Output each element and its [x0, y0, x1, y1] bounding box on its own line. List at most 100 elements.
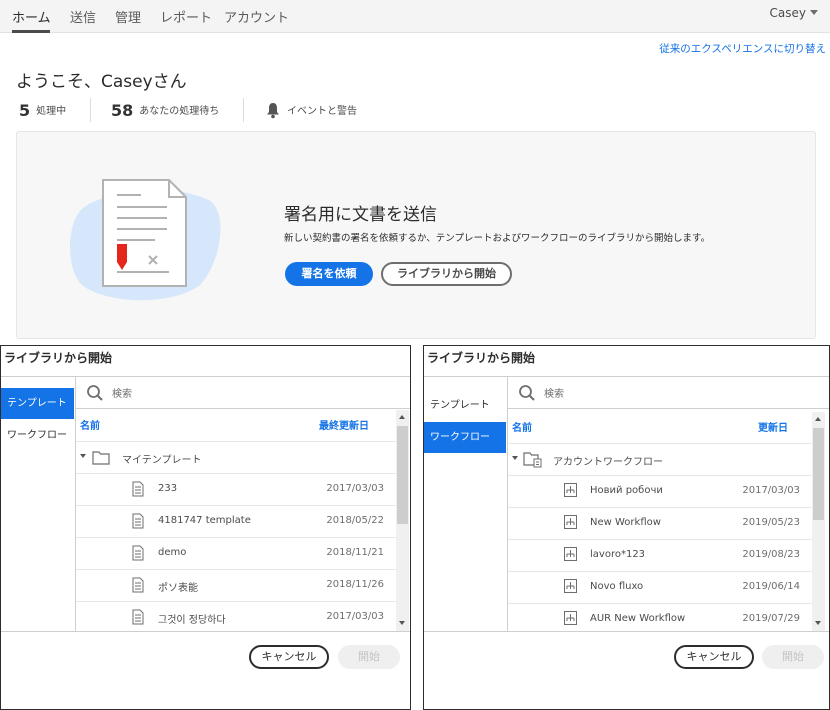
row-date: 2019/05/23	[742, 517, 800, 528]
active-tab-indicator	[12, 30, 50, 33]
cancel-button[interactable]: キャンセル	[674, 645, 754, 669]
search-input[interactable]: 検索	[112, 385, 132, 400]
stat-waiting[interactable]: 58 あなたの処理待ち	[111, 101, 219, 121]
row-date: 2019/07/29	[742, 613, 800, 624]
stat-events-label: イベントと警告	[287, 106, 357, 117]
scroll-up-icon[interactable]	[399, 415, 405, 419]
top-nav: ホーム 送信 管理 レポート アカウント Casey	[0, 0, 830, 33]
divider	[90, 98, 91, 122]
folder-row[interactable]: アカウントワークフロー	[508, 443, 812, 475]
row-date: 2019/08/23	[742, 549, 800, 560]
stat-in-progress[interactable]: 5 処理中	[19, 101, 66, 121]
stat-in-progress-count: 5	[19, 101, 31, 120]
workflow-icon	[564, 611, 577, 625]
user-menu[interactable]: Casey	[770, 6, 818, 20]
table-row[interactable]: Новий робочи 2017/03/03	[508, 475, 812, 507]
hero-title: 署名用に文書を送信	[284, 205, 437, 225]
row-date: 2017/03/03	[326, 611, 384, 622]
workflow-icon	[564, 579, 577, 593]
scrollbar-thumb[interactable]	[397, 426, 408, 524]
scrollbar-thumb[interactable]	[813, 428, 824, 520]
table-row[interactable]: Novo fluxo 2019/06/14	[508, 571, 812, 603]
row-date: 2018/11/26	[326, 579, 384, 590]
tab-workflows[interactable]: ワークフロー	[1, 420, 74, 451]
row-date: 2017/03/03	[742, 485, 800, 496]
column-header-name[interactable]: 名前	[512, 419, 532, 434]
folder-icon	[92, 451, 110, 465]
table-row[interactable]: lavoro*123 2019/08/23	[508, 539, 812, 571]
search-bar[interactable]: 検索	[76, 377, 410, 409]
shared-folder-icon	[523, 452, 542, 468]
row-name: 233	[158, 483, 178, 494]
cancel-button[interactable]: キャンセル	[249, 645, 329, 669]
expand-caret-icon[interactable]	[512, 456, 518, 460]
column-header-modified[interactable]: 更新日	[758, 419, 788, 434]
row-name: New Workflow	[590, 517, 661, 528]
tab-account[interactable]: アカウント	[224, 7, 289, 26]
switch-experience-link[interactable]: 従来のエクスペリエンスに切り替え	[659, 41, 826, 56]
search-bar[interactable]: 検索	[508, 377, 829, 409]
row-date: 2018/11/21	[326, 547, 384, 558]
welcome-heading: ようこそ、Caseyさん	[16, 72, 187, 92]
hero-description: 新しい契約書の署名を依頼するか、テンプレートおよびワークフローのライブラリから開…	[284, 233, 711, 244]
table-row[interactable]: 그것이 정당하다 2017/03/03	[76, 601, 396, 631]
document-icon	[132, 481, 144, 497]
column-header-modified[interactable]: 最終更新日	[319, 417, 369, 432]
table-row[interactable]: New Workflow 2019/05/23	[508, 507, 812, 539]
row-date: 2018/05/22	[326, 515, 384, 526]
library-dialog-templates: ライブラリから開始 テンプレート ワークフロー 検索 名前 最終更新日 マイテン…	[0, 345, 411, 710]
table-row[interactable]: 233 2017/03/03	[76, 473, 396, 505]
divider	[424, 631, 829, 632]
document-illustration	[70, 179, 221, 301]
folder-row[interactable]: マイテンプレート	[76, 441, 396, 473]
document-icon	[132, 545, 144, 561]
dialog-title: ライブラリから開始	[427, 351, 536, 365]
row-name: ポソ表能	[158, 583, 198, 594]
scroll-down-icon[interactable]	[815, 621, 821, 625]
document-icon	[132, 513, 144, 529]
tab-workflows[interactable]: ワークフロー	[424, 422, 506, 453]
tab-reports[interactable]: レポート	[160, 7, 212, 26]
tab-home[interactable]: ホーム	[12, 7, 51, 26]
request-signature-button[interactable]: 署名を依頼	[285, 262, 373, 286]
scroll-down-icon[interactable]	[399, 621, 405, 625]
send-document-card: 署名用に文書を送信 新しい契約書の署名を依頼するか、テンプレートおよびワークフロ…	[16, 131, 816, 339]
tab-send[interactable]: 送信	[70, 7, 96, 26]
stat-in-progress-label: 処理中	[36, 106, 67, 117]
bell-icon	[267, 103, 279, 119]
stat-events[interactable]: イベントと警告	[265, 101, 357, 121]
tab-manage[interactable]: 管理	[115, 7, 141, 26]
row-name: 그것이 정당하다	[158, 615, 226, 626]
scrollbar[interactable]	[396, 410, 409, 631]
expand-caret-icon[interactable]	[80, 454, 86, 458]
dialog-title: ライブラリから開始	[4, 351, 113, 365]
divider	[1, 631, 410, 632]
table-row[interactable]: demo 2018/11/21	[76, 537, 396, 569]
tab-templates[interactable]: テンプレート	[1, 388, 74, 419]
row-date: 2019/06/14	[742, 581, 800, 592]
scroll-up-icon[interactable]	[815, 417, 821, 421]
workflow-icon	[564, 483, 577, 497]
row-name: Новий робочи	[590, 485, 663, 496]
row-name: Novo fluxo	[590, 581, 644, 592]
row-date: 2017/03/03	[326, 483, 384, 494]
user-name: Casey	[769, 6, 806, 20]
document-icon	[132, 609, 144, 625]
library-dialog-workflows: ライブラリから開始 テンプレート ワークフロー 検索 名前 更新日 アカウントワ…	[423, 345, 830, 710]
column-header-name[interactable]: 名前	[80, 417, 100, 432]
search-input[interactable]: 検索	[544, 385, 564, 400]
workflow-icon	[564, 547, 577, 561]
table-row[interactable]: 4181747 template 2018/05/22	[76, 505, 396, 537]
table-row[interactable]: AUR New Workflow 2019/07/29	[508, 603, 812, 631]
row-name: demo	[158, 547, 187, 558]
start-button[interactable]: 開始	[762, 645, 824, 669]
row-name: AUR New Workflow	[590, 613, 686, 624]
folder-name: アカウントワークフロー	[553, 457, 663, 468]
start-from-library-button[interactable]: ライブラリから開始	[381, 262, 512, 286]
tab-templates[interactable]: テンプレート	[424, 390, 506, 421]
chevron-down-icon	[810, 10, 818, 15]
row-name: lavoro*123	[590, 549, 646, 560]
start-button[interactable]: 開始	[338, 645, 400, 669]
table-row[interactable]: ポソ表能 2018/11/26	[76, 569, 396, 601]
scrollbar[interactable]	[812, 412, 825, 631]
